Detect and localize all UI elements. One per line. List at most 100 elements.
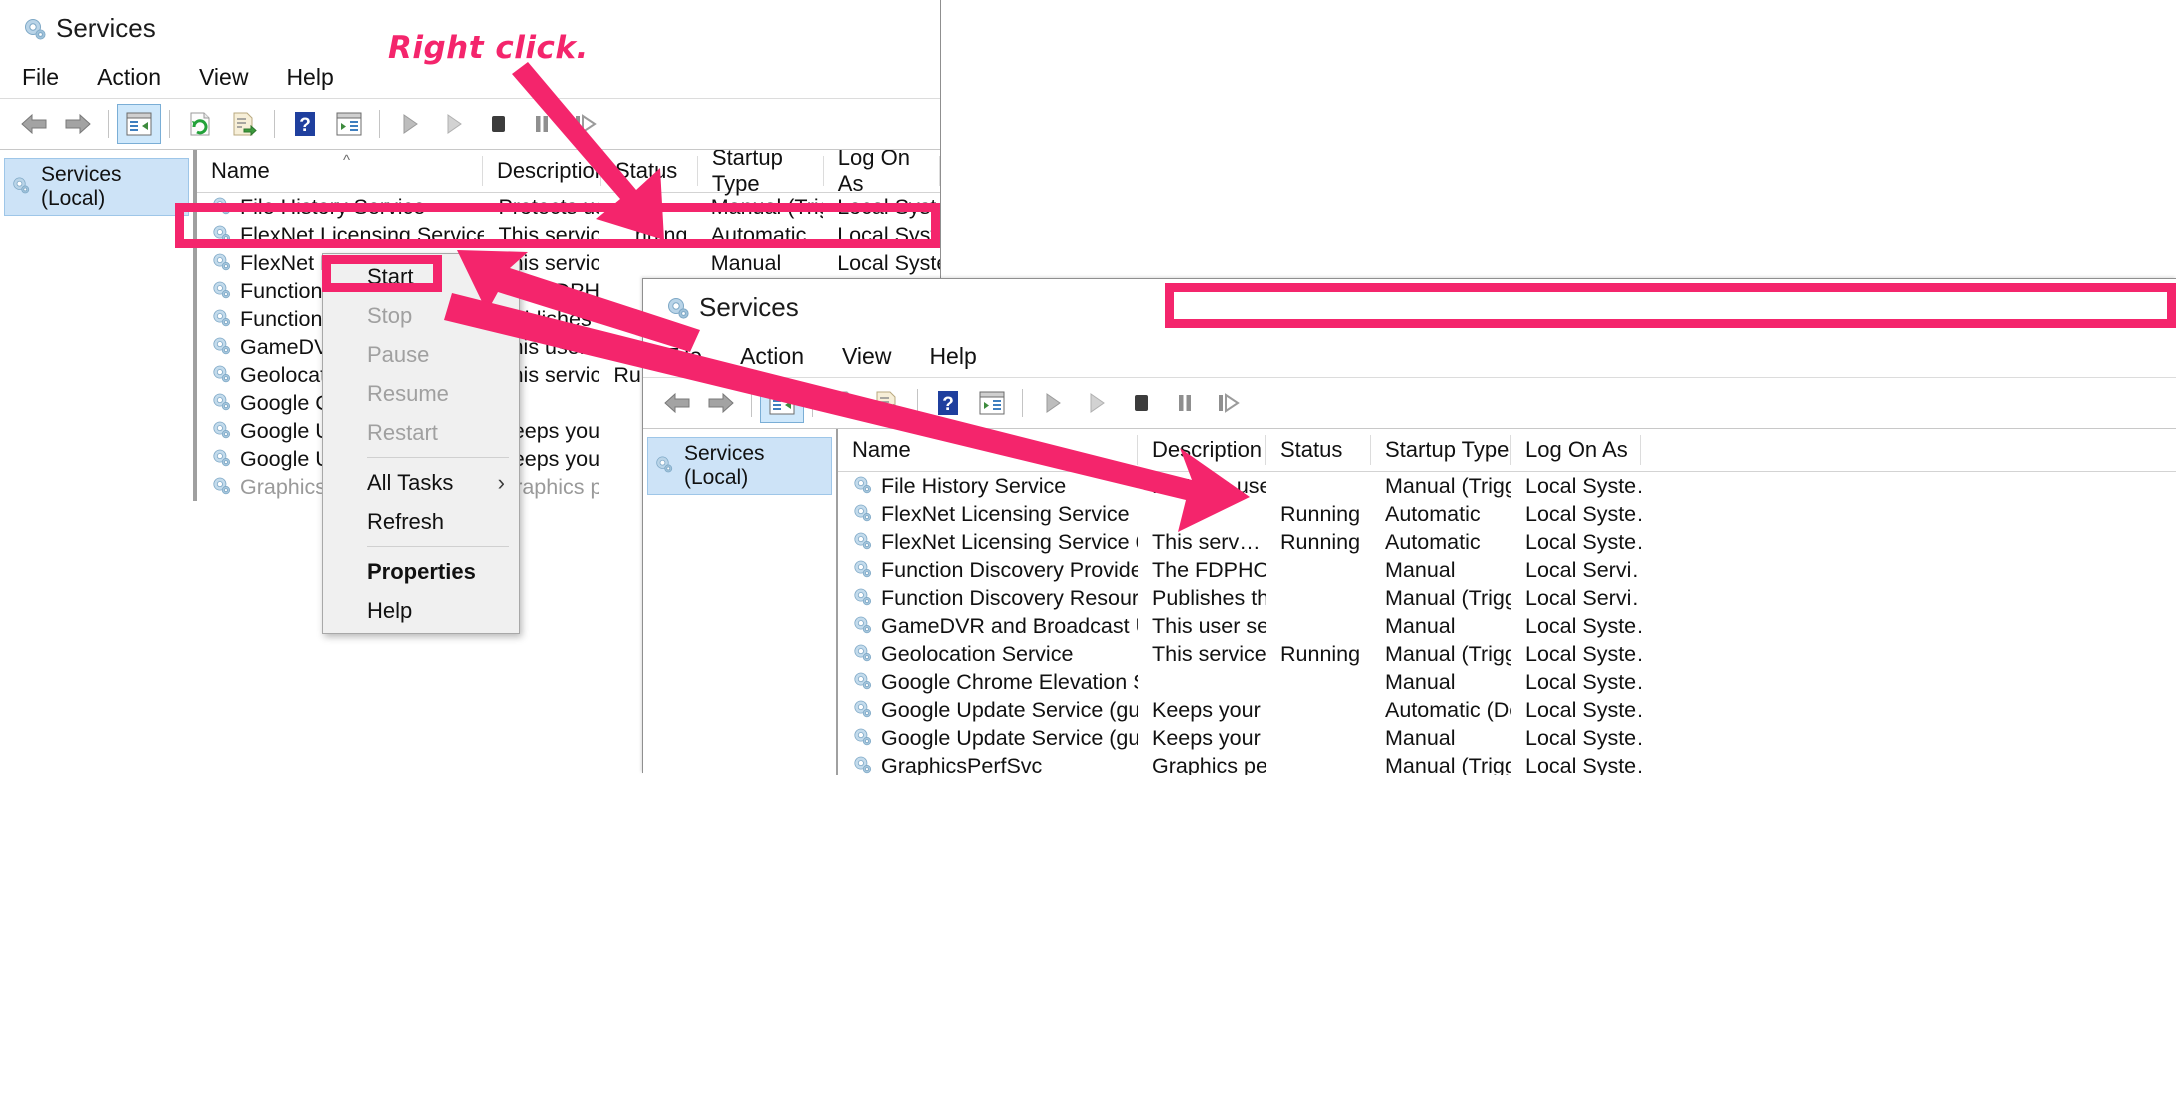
- back-arrow-icon[interactable]: [655, 383, 699, 423]
- column-header-startup-type[interactable]: Startup Type: [1371, 435, 1511, 465]
- window1-toolbar[interactable]: ?: [0, 99, 940, 150]
- refresh-icon[interactable]: [178, 104, 222, 144]
- resume-service-icon[interactable]: [1075, 383, 1119, 423]
- export-list-icon[interactable]: [865, 383, 909, 423]
- window2-menubar[interactable]: File Action View Help: [643, 335, 2176, 378]
- column-header-log-on-as[interactable]: Log On As: [1511, 435, 1641, 465]
- menu-file[interactable]: File: [665, 343, 702, 370]
- pause-service-icon[interactable]: [520, 104, 564, 144]
- window2-body: Services (Local) ^ Name Description Status…: [643, 429, 2176, 775]
- context-menu-item-label: Pause: [367, 341, 430, 367]
- cell-logon: Local System: [837, 250, 940, 275]
- table-row[interactable]: GraphicsPerfSvc Graphics per… Manual (Trig…: [838, 752, 2176, 775]
- column-header-status[interactable]: Status: [1266, 435, 1371, 465]
- column-header-status[interactable]: Status: [601, 156, 698, 186]
- context-menu-item-label: Help: [367, 597, 413, 623]
- table-row[interactable]: FlexNet Licensing Service This service… …n…: [197, 221, 940, 249]
- service-gear-icon: [852, 587, 874, 609]
- svg-text:?: ?: [299, 115, 311, 136]
- table-row[interactable]: GameDVR and Broadcast User S… This user s…: [838, 612, 2176, 640]
- cell-logon: Local Syste…: [1525, 501, 1641, 526]
- column-header-log-on-as[interactable]: Log On As: [824, 150, 940, 196]
- cell-name: Function Discovery Provider Host: [838, 558, 1138, 583]
- table-row[interactable]: FlexNet Licensing Service Running Automati…: [838, 500, 2176, 528]
- table-row[interactable]: Function Discovery Resource Pu… Publishes…: [838, 584, 2176, 612]
- service-gear-icon: [211, 308, 233, 330]
- start-service-icon[interactable]: [1031, 383, 1075, 423]
- show-hide-console-tree-icon[interactable]: [117, 104, 161, 144]
- window1-menubar[interactable]: File Action View Help: [0, 56, 940, 99]
- forward-arrow-icon[interactable]: [699, 383, 743, 423]
- cell-description: Publishes thi…: [1152, 585, 1266, 610]
- cell-description: This service…: [498, 222, 599, 247]
- context-menu-item-refresh[interactable]: Refresh: [323, 502, 519, 541]
- help-icon[interactable]: ?: [283, 104, 327, 144]
- column-header-name[interactable]: Name: [197, 156, 483, 186]
- cell-startup: Manual: [1385, 557, 1456, 582]
- back-arrow-icon[interactable]: [12, 104, 56, 144]
- menu-action[interactable]: Action: [97, 64, 161, 91]
- window1-column-headers[interactable]: ^ Name Description Status Startup Type Log O…: [197, 150, 940, 196]
- table-row[interactable]: File History Service Protects user… Manual…: [838, 472, 2176, 500]
- forward-arrow-icon[interactable]: [56, 104, 100, 144]
- menu-file[interactable]: File: [22, 64, 59, 91]
- export-list-icon[interactable]: [222, 104, 266, 144]
- context-menu-item-all-tasks[interactable]: All Tasks ›: [323, 463, 519, 502]
- table-row[interactable]: Geolocation Service This service … Running…: [838, 640, 2176, 668]
- service-context-menu[interactable]: Start Stop Pause Resume Restart All Tasks › Ref…: [322, 253, 520, 634]
- table-row[interactable]: Function Discovery Provider Host The FDPH…: [838, 556, 2176, 584]
- cell-logon: Local Syste…: [837, 222, 940, 247]
- window2-console-tree[interactable]: Services (Local): [643, 429, 838, 775]
- column-header-startup-type[interactable]: Startup Type: [698, 150, 824, 196]
- cell-name: Google Chrome Elevation Service: [838, 670, 1138, 695]
- table-row[interactable]: Google Chrome Elevation Service Manual Loc…: [838, 668, 2176, 696]
- window2-column-headers[interactable]: ^ Name Description Status Startup Type Log O…: [838, 429, 2176, 472]
- table-row[interactable]: FlexNet Licensing Service 64 This serv… Ru…: [838, 528, 2176, 556]
- start-service-icon[interactable]: [388, 104, 432, 144]
- context-menu-item-label: Resume: [367, 380, 449, 406]
- stop-service-icon[interactable]: [476, 104, 520, 144]
- context-menu-item-start[interactable]: Start: [323, 257, 519, 296]
- menu-view[interactable]: View: [842, 343, 891, 370]
- menu-help[interactable]: Help: [929, 343, 976, 370]
- cell-description: This user ser…: [1152, 613, 1266, 638]
- service-gear-icon: [852, 475, 874, 497]
- toolbar-separator: [812, 389, 813, 417]
- refresh-icon[interactable]: [821, 383, 865, 423]
- show-hide-console-tree-icon[interactable]: [760, 383, 804, 423]
- window2-services-list[interactable]: ^ Name Description Status Startup Type Log O…: [838, 429, 2176, 775]
- window1-console-tree[interactable]: Services (Local): [0, 150, 195, 501]
- table-row[interactable]: File History Service Protects user… Manual…: [197, 193, 940, 221]
- services-window-secondary[interactable]: Services File Action View Help ? Service…: [642, 278, 2176, 775]
- service-gear-icon: [852, 699, 874, 721]
- cell-name: GraphicsPerfSvc: [838, 754, 1138, 775]
- help-icon[interactable]: ?: [926, 383, 970, 423]
- column-header-description[interactable]: Description: [1138, 435, 1266, 465]
- show-hide-action-pane-icon[interactable]: [327, 104, 371, 144]
- cell-startup: Manual: [710, 250, 782, 275]
- restart-service-icon[interactable]: [1207, 383, 1251, 423]
- context-menu-item-help[interactable]: Help: [323, 591, 519, 630]
- menu-action[interactable]: Action: [740, 343, 804, 370]
- stop-service-icon[interactable]: [1119, 383, 1163, 423]
- service-name-label: Geolocation Service: [881, 641, 1074, 666]
- cell-logon: Local Syste…: [1525, 669, 1641, 694]
- table-row[interactable]: Google Update Service (gupdate… Keeps you…: [838, 724, 2176, 752]
- resume-service-icon[interactable]: [432, 104, 476, 144]
- column-header-description[interactable]: Description: [483, 156, 607, 186]
- service-gear-icon: [211, 420, 233, 442]
- window2-row-container[interactable]: File History Service Protects user… Manual…: [838, 472, 2176, 775]
- table-row[interactable]: FlexNet Licensing Service 64This service…: [197, 249, 940, 277]
- context-menu-separator: [367, 546, 509, 547]
- cell-startup: Automatic (De…: [1385, 697, 1511, 722]
- context-menu-item-properties[interactable]: Properties: [323, 552, 519, 591]
- menu-help[interactable]: Help: [286, 64, 333, 91]
- restart-service-icon[interactable]: [564, 104, 608, 144]
- window2-toolbar[interactable]: ?: [643, 378, 2176, 429]
- show-hide-action-pane-icon[interactable]: [970, 383, 1014, 423]
- tree-node-services-local[interactable]: Services (Local): [4, 158, 189, 216]
- tree-node-services-local[interactable]: Services (Local): [647, 437, 832, 495]
- pause-service-icon[interactable]: [1163, 383, 1207, 423]
- table-row[interactable]: Google Update Service (gupdate) Keeps you…: [838, 696, 2176, 724]
- menu-view[interactable]: View: [199, 64, 248, 91]
